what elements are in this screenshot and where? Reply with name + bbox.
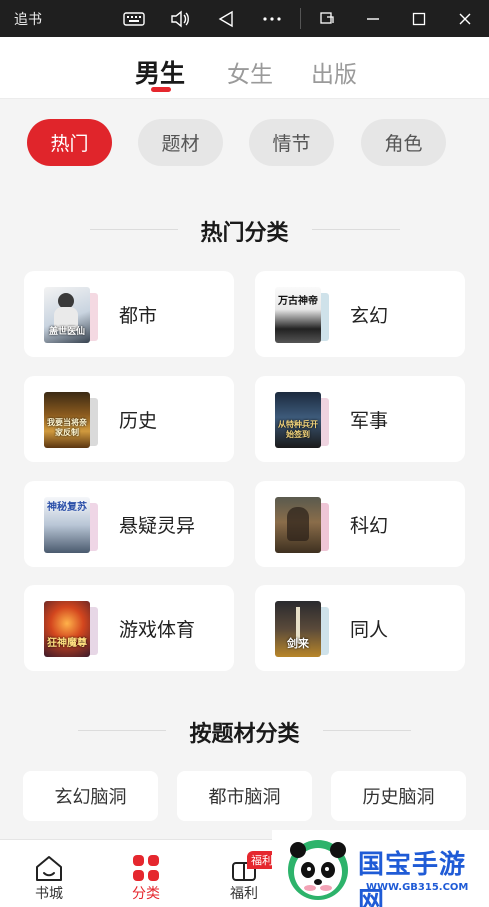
category-card-military[interactable]: 从特种兵开始签到 军事 [255, 376, 465, 462]
category-card-mystery[interactable]: 神秘复苏 悬疑灵异 [24, 481, 234, 567]
watermark-text: 国宝手游网 [358, 850, 467, 907]
category-label: 历史 [119, 410, 158, 432]
book-cover: 神秘复苏 [44, 497, 100, 555]
window-titlebar: 追书 [0, 0, 489, 37]
book-cover: 狂神魔尊 [44, 601, 100, 659]
titlebar-separator [300, 8, 301, 29]
tab-female[interactable]: 女生 [227, 55, 273, 89]
category-icon [133, 855, 159, 881]
minimize-icon[interactable] [360, 6, 386, 32]
category-label: 悬疑灵异 [119, 515, 196, 537]
tab-publishing[interactable]: 出版 [311, 55, 357, 89]
home-icon [36, 856, 62, 881]
section-divider-right [312, 229, 400, 230]
active-tab-indicator [151, 87, 171, 92]
maximize-icon[interactable] [406, 6, 432, 32]
volume-icon[interactable] [167, 6, 193, 32]
back-icon[interactable] [213, 6, 239, 32]
book-cover: 从特种兵开始签到 [275, 392, 331, 450]
section-divider-right [323, 730, 411, 731]
filter-chip-plot[interactable]: 情节 [249, 119, 334, 166]
book-cover: 剑来 [275, 601, 331, 659]
window-title: 追书 [14, 12, 42, 28]
category-card-scifi[interactable]: 科幻 [255, 481, 465, 567]
filter-chip-theme[interactable]: 题材 [138, 119, 223, 166]
nav-label: 书城 [35, 886, 63, 902]
tab-male[interactable]: 男生 [135, 54, 185, 90]
gender-tab-bar: 男生 女生 出版 [0, 37, 489, 99]
category-card-urban[interactable]: 盖世医仙 都市 [24, 271, 234, 357]
watermark: 国宝手游网 WWW.GB315.COM [272, 830, 489, 907]
theme-categories-title: 按题材分类 [189, 722, 300, 747]
theme-chip-urban[interactable]: 都市脑洞 [177, 771, 312, 821]
close-icon[interactable] [452, 6, 478, 32]
theme-chip-fantasy[interactable]: 玄幻脑洞 [23, 771, 158, 821]
nav-item-category[interactable]: 分类 [106, 840, 186, 907]
more-icon[interactable] [259, 6, 285, 32]
category-label: 同人 [350, 619, 389, 641]
keyboard-icon[interactable] [121, 6, 147, 32]
book-cover: 万古神帝 [275, 287, 331, 345]
category-label: 都市 [119, 305, 158, 327]
hot-categories-title: 热门分类 [200, 221, 289, 246]
filter-chip-role[interactable]: 角色 [361, 119, 446, 166]
category-label: 游戏体育 [119, 619, 196, 641]
nav-item-bookstore[interactable]: 书城 [9, 840, 89, 907]
category-label: 科幻 [350, 515, 389, 537]
category-card-fantasy[interactable]: 万古神帝 玄幻 [255, 271, 465, 357]
category-card-gaming-sports[interactable]: 狂神魔尊 游戏体育 [24, 585, 234, 671]
category-label: 军事 [350, 410, 389, 432]
category-card-history[interactable]: 我要当将亲家反制 历史 [24, 376, 234, 462]
category-label: 玄幻 [350, 305, 389, 327]
theme-chip-history[interactable]: 历史脑洞 [331, 771, 466, 821]
book-cover: 我要当将亲家反制 [44, 392, 100, 450]
rotate-icon[interactable] [314, 6, 340, 32]
nav-label: 分类 [132, 886, 160, 902]
watermark-url: WWW.GB315.COM [366, 882, 469, 893]
category-card-fanfiction[interactable]: 剑来 同人 [255, 585, 465, 671]
panda-logo-icon [288, 840, 348, 900]
book-cover: 盖世医仙 [44, 287, 100, 345]
book-cover [275, 497, 331, 555]
filter-chip-hot[interactable]: 热门 [27, 119, 112, 166]
